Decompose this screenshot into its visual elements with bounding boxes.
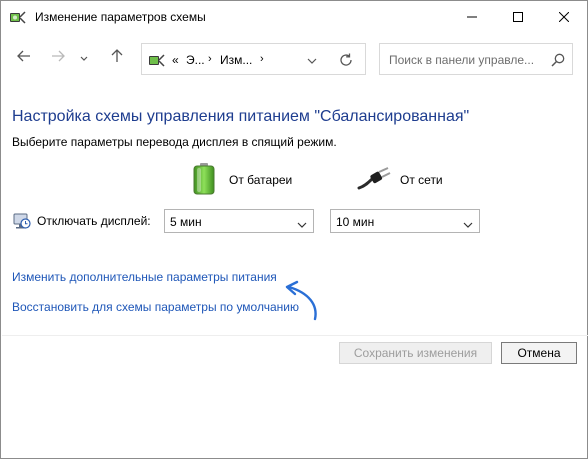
title-bar[interactable]: Изменение параметров схемы	[1, 1, 587, 33]
close-button[interactable]	[541, 1, 587, 33]
monitor-clock-icon	[13, 212, 31, 230]
page-description: Выберите параметры перевода дисплея в сп…	[12, 135, 337, 149]
breadcrumb-overflow[interactable]: «	[172, 53, 179, 67]
arrow-left-icon	[17, 49, 31, 67]
cancel-button[interactable]: Отмена	[501, 342, 577, 364]
power-options-icon	[148, 51, 166, 69]
display-off-battery-select[interactable]: 5 мин	[164, 209, 314, 233]
breadcrumb-item[interactable]: Э...	[186, 53, 205, 67]
advanced-power-settings-link[interactable]: Изменить дополнительные параметры питани…	[12, 270, 277, 284]
recent-locations-button[interactable]	[77, 47, 91, 69]
display-off-label: Отключать дисплей:	[37, 214, 151, 228]
search-box[interactable]: Поиск в панели управле...	[379, 43, 573, 75]
select-value: 10 мин	[336, 215, 375, 229]
window: Изменение параметров схемы « Э... › Изм.…	[0, 0, 588, 459]
up-button[interactable]	[106, 47, 128, 69]
breadcrumb-separator[interactable]: ›	[208, 53, 212, 65]
search-icon[interactable]	[551, 53, 565, 67]
maximize-icon	[513, 12, 523, 22]
battery-icon	[193, 163, 215, 200]
forward-button[interactable]	[47, 47, 69, 69]
save-button[interactable]: Сохранить изменения	[339, 342, 492, 364]
page-title: Настройка схемы управления питанием "Сба…	[12, 108, 470, 125]
breadcrumb-item[interactable]: Изм...	[220, 53, 252, 67]
annotation-arrow-icon	[283, 279, 323, 325]
breadcrumb-separator[interactable]: ›	[260, 53, 264, 65]
chevron-down-icon	[463, 217, 473, 228]
plugged-column-label: От сети	[400, 173, 443, 187]
back-button[interactable]	[13, 47, 35, 69]
minimize-button[interactable]	[449, 1, 495, 33]
search-input[interactable]: Поиск в панели управле...	[389, 53, 534, 67]
battery-column-label: От батареи	[229, 173, 293, 187]
arrow-up-icon	[111, 48, 123, 68]
footer-divider	[2, 335, 588, 336]
power-options-icon	[9, 8, 27, 26]
maximize-button[interactable]	[495, 1, 541, 33]
display-off-plugged-select[interactable]: 10 мин	[330, 209, 480, 233]
chevron-down-icon[interactable]	[306, 54, 318, 66]
close-icon	[559, 12, 569, 22]
address-bar[interactable]: « Э... › Изм... ›	[141, 43, 366, 75]
select-value: 5 мин	[170, 215, 202, 229]
power-plug-icon	[357, 166, 391, 195]
window-title: Изменение параметров схемы	[35, 10, 206, 24]
minimize-icon	[467, 12, 477, 22]
arrow-right-icon	[51, 49, 65, 67]
chevron-down-icon	[80, 49, 88, 67]
restore-defaults-link[interactable]: Восстановить для схемы параметры по умол…	[12, 300, 299, 314]
refresh-icon[interactable]	[338, 52, 354, 68]
chevron-down-icon	[297, 217, 307, 228]
